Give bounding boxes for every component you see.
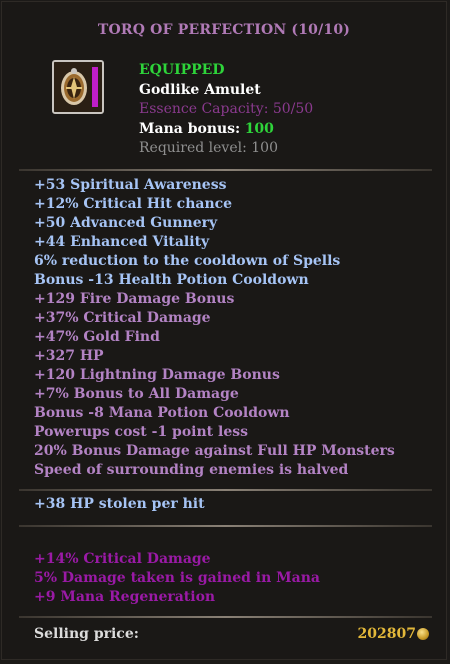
mana-bonus-label: Mana bonus: xyxy=(139,120,241,137)
stat-line: +7% Bonus to All Damage xyxy=(34,386,239,402)
item-title: TORQ OF PERFECTION (10/10) xyxy=(97,22,351,38)
essence-capacity: Essence Capacity: 50/50 xyxy=(139,101,314,117)
hp-stolen-stat: +38 HP stolen per hit xyxy=(34,496,205,512)
stat-line: +327 HP xyxy=(34,348,104,364)
essence-bonus-line: +9 Mana Regeneration xyxy=(34,589,216,605)
stat-line: +47% Gold Find xyxy=(34,329,160,345)
divider xyxy=(19,489,432,491)
mana-bonus: Mana bonus: 100 xyxy=(139,120,313,140)
item-header: EQUIPPED Godlike Amulet Essence Capacity… xyxy=(139,61,313,159)
essence-bar-icon xyxy=(92,67,98,107)
selling-price-label: Selling price: xyxy=(34,626,139,642)
essence-bonus-line: +14% Critical Damage xyxy=(34,551,211,567)
essence-bonus-line: 5% Damage taken is gained in Mana xyxy=(34,570,320,586)
stat-line: Bonus -13 Health Potion Cooldown xyxy=(34,272,309,288)
stat-line: +44 Enhanced Vitality xyxy=(34,234,210,250)
mana-bonus-value: 100 xyxy=(244,120,274,137)
equipped-label: EQUIPPED xyxy=(139,62,225,78)
stat-line: 6% reduction to the cooldown of Spells xyxy=(34,253,341,269)
item-tooltip: TORQ OF PERFECTION (10/10) EQUIPPED Godl… xyxy=(1,1,447,660)
stat-line: Speed of surrounding enemies is halved xyxy=(34,462,349,478)
item-type: Godlike Amulet xyxy=(139,81,261,98)
stat-line: +129 Fire Damage Bonus xyxy=(34,291,235,307)
gold-coin-icon xyxy=(417,628,429,640)
stat-line: +120 Lightning Damage Bonus xyxy=(34,367,280,383)
stat-line: Powerups cost -1 point less xyxy=(34,424,249,440)
stat-line: Bonus -8 Mana Potion Cooldown xyxy=(34,405,290,421)
required-level: Required level: 100 xyxy=(139,140,278,156)
divider xyxy=(19,616,432,618)
stat-line: +53 Spiritual Awareness xyxy=(34,177,227,193)
stat-line: +50 Advanced Gunnery xyxy=(34,215,218,231)
stat-line: +12% Critical Hit chance xyxy=(34,196,233,212)
stat-line: +37% Critical Damage xyxy=(34,310,211,326)
amulet-icon xyxy=(52,60,104,114)
divider xyxy=(19,525,432,527)
stat-line: 20% Bonus Damage against Full HP Monster… xyxy=(34,443,395,459)
divider xyxy=(19,169,432,171)
essence-bonus-list: +14% Critical Damage 5% Damage taken is … xyxy=(34,550,320,607)
selling-price-value: 202807 xyxy=(357,626,416,642)
stats-list: +53 Spiritual Awareness +12% Critical Hi… xyxy=(34,176,395,480)
